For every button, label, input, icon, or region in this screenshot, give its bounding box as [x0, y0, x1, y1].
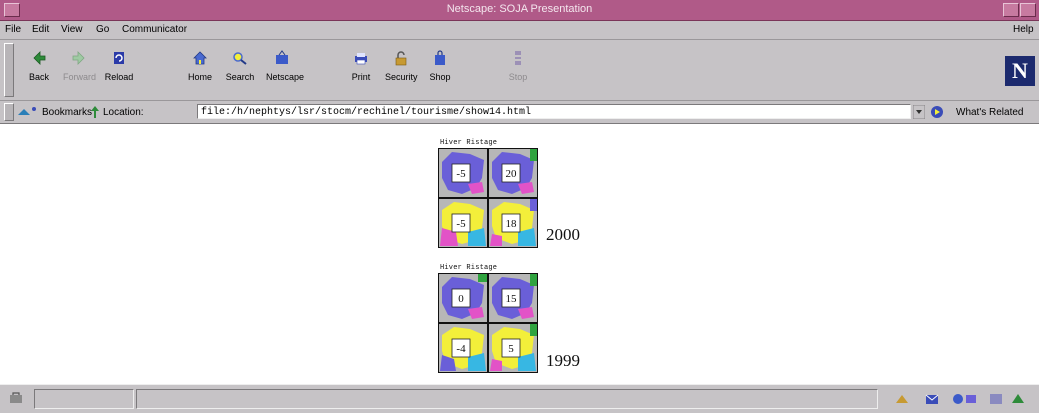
search-label: Search — [225, 72, 255, 82]
menu-bar: File Edit View Go Communicator Help — [0, 21, 1039, 40]
netscape-button[interactable]: Netscape — [266, 50, 305, 88]
print-button[interactable]: Print — [345, 50, 377, 88]
dropdown-icon[interactable] — [913, 105, 925, 119]
stop-label: Stop — [508, 72, 528, 82]
toolbar-grip[interactable] — [4, 43, 14, 97]
security-button[interactable]: Security — [385, 50, 418, 88]
map-header: Hiver Ristage — [440, 264, 498, 272]
netscape-logo[interactable]: N — [1005, 56, 1035, 86]
location-page-icon[interactable] — [89, 105, 101, 119]
home-icon — [193, 51, 207, 65]
stop-button[interactable]: Stop — [502, 50, 534, 88]
france-maps-image: 0 15 -4 5 — [439, 274, 537, 372]
france-map-grid: 0 15 -4 5 — [438, 273, 538, 373]
home-label: Home — [187, 72, 212, 82]
map-value: 20 — [506, 168, 518, 180]
menu-communicator[interactable]: Communicator — [122, 24, 187, 35]
shop-button[interactable]: Shop — [424, 50, 456, 88]
bookmarks-button[interactable]: Bookmarks — [42, 107, 92, 118]
netscape-label: Netscape — [266, 72, 305, 82]
reload-label: Reload — [104, 72, 134, 82]
year-label: 2000 — [546, 225, 580, 244]
shop-label: Shop — [429, 72, 451, 82]
map-header: Hiver Ristage — [440, 139, 498, 147]
component-bar-icons[interactable] — [892, 391, 1032, 407]
back-arrow-icon — [33, 51, 46, 65]
window-title: Netscape: SOJA Presentation — [446, 3, 593, 15]
map-value: -4 — [456, 343, 466, 355]
map-value: 15 — [506, 293, 518, 305]
whats-related-icon[interactable] — [930, 104, 946, 120]
forward-button[interactable]: Forward — [63, 50, 97, 88]
location-url-field[interactable]: file:/h/nephtys/lsr/stocm/rechinel/touri… — [197, 104, 911, 119]
stop-icon — [515, 51, 521, 65]
map-value: 0 — [458, 293, 464, 305]
france-maps-image: -5 20 -5 18 — [439, 149, 537, 247]
forward-arrow-icon — [72, 51, 85, 65]
netscape-icon — [276, 50, 288, 64]
status-message — [136, 389, 878, 409]
search-button[interactable]: Search — [224, 50, 256, 88]
map-value: 5 — [508, 343, 514, 355]
bookmark-icon[interactable] — [16, 105, 38, 119]
year-label: 1999 — [546, 351, 580, 370]
back-label: Back — [28, 72, 49, 82]
menu-edit[interactable]: Edit — [32, 24, 49, 35]
location-label: Location: — [103, 107, 144, 118]
navigation-toolbar: Back Forward Reload Home Search Netscape… — [0, 40, 1039, 101]
location-bar: Bookmarks Location: file:/h/nephtys/lsr/… — [0, 101, 1039, 124]
menu-go[interactable]: Go — [96, 24, 109, 35]
location-grip[interactable] — [4, 103, 14, 121]
status-bar — [0, 384, 1039, 413]
lock-icon — [395, 51, 407, 66]
progress-bar — [34, 389, 134, 409]
forward-label: Forward — [63, 72, 97, 82]
map-value: 18 — [506, 218, 518, 230]
home-button[interactable]: Home — [184, 50, 216, 88]
print-icon — [355, 53, 367, 65]
map-value: -5 — [456, 218, 466, 230]
menu-view[interactable]: View — [61, 24, 83, 35]
search-icon — [233, 52, 247, 65]
whats-related-button[interactable]: What's Related — [956, 107, 1024, 118]
security-label: Security — [385, 72, 418, 82]
title-bar[interactable]: Netscape: SOJA Presentation — [0, 0, 1039, 21]
menu-help[interactable]: Help — [1013, 24, 1034, 35]
minimize-button[interactable] — [1003, 3, 1019, 17]
reload-button[interactable]: Reload — [103, 50, 135, 88]
france-map-grid: -5 20 -5 18 — [438, 148, 538, 248]
page-content: Hiver Ristage -5 20 -5 18 2000 Hiver Ris… — [0, 124, 1039, 384]
security-status-icon[interactable] — [8, 391, 24, 405]
menu-file[interactable]: File — [5, 24, 21, 35]
print-label: Print — [351, 72, 371, 82]
reload-icon — [114, 52, 124, 64]
back-button[interactable]: Back — [23, 50, 55, 88]
shop-bag-icon — [435, 50, 445, 65]
maximize-button[interactable] — [1020, 3, 1036, 17]
map-value: -5 — [456, 168, 466, 180]
